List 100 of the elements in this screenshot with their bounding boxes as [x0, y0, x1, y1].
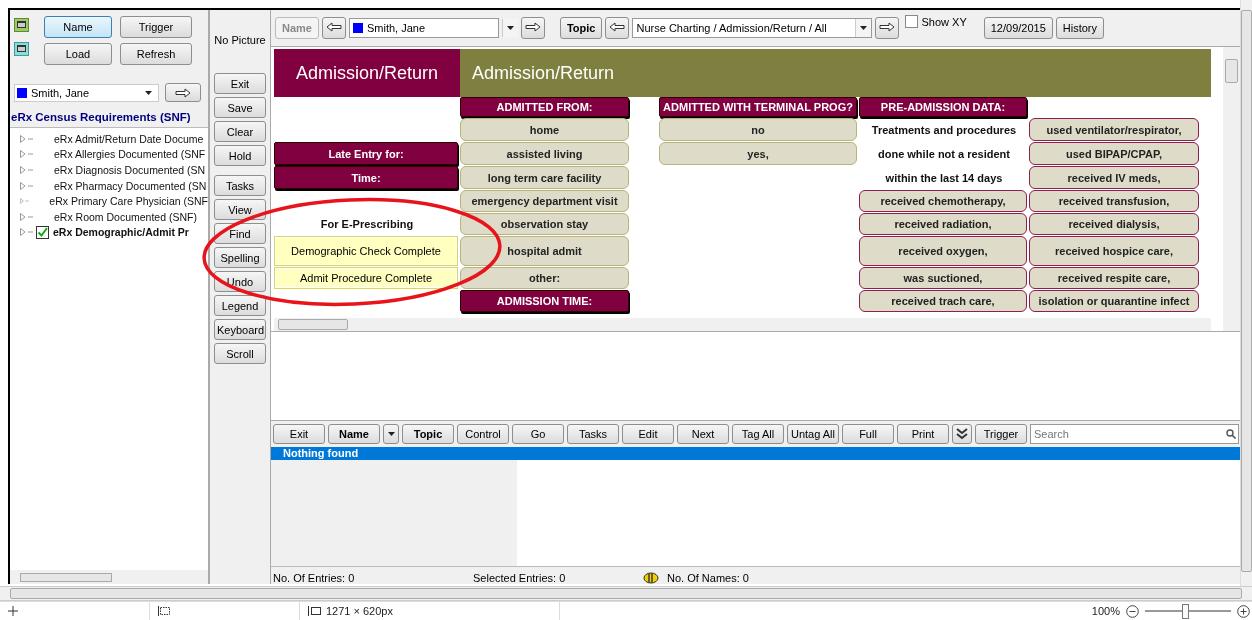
- tree-item[interactable]: eRx Pharmacy Documented (SN: [20, 177, 208, 194]
- toolbar-button[interactable]: Full: [842, 424, 894, 444]
- panel-button[interactable]: Refresh: [120, 43, 192, 65]
- option-button[interactable]: long term care facility: [460, 166, 629, 189]
- option-button[interactable]: used BIPAP/CPAP,: [1029, 142, 1199, 165]
- status-flag[interactable]: Demographic Check Complete: [274, 236, 458, 266]
- option-button[interactable]: home: [460, 118, 629, 141]
- forward-button[interactable]: [520, 17, 545, 39]
- zoom-in-icon[interactable]: [1237, 604, 1250, 618]
- window-icon[interactable]: [14, 42, 29, 56]
- side-button[interactable]: Legend: [214, 295, 266, 316]
- side-button[interactable]: Scroll: [214, 343, 266, 364]
- tree-item[interactable]: eRx Admit/Return Date Docume: [20, 131, 208, 147]
- slider-thumb[interactable]: [1182, 603, 1190, 619]
- option-button[interactable]: received oxygen,: [859, 236, 1027, 266]
- option-button[interactable]: hospital admit: [460, 236, 629, 266]
- scrollbar[interactable]: [274, 318, 1211, 331]
- panel-button[interactable]: Trigger: [120, 16, 192, 38]
- tree-item[interactable]: eRx Diagnosis Documented (SN: [20, 162, 208, 178]
- scrollbar[interactable]: [1240, 0, 1252, 586]
- picture-placeholder-text: No Picture: [214, 34, 266, 46]
- tree-item[interactable]: eRx Demographic/Admit Pr: [20, 224, 208, 241]
- patient-select[interactable]: Smith, Jane: [348, 18, 499, 38]
- topic-button[interactable]: Topic: [559, 17, 603, 39]
- image-dimensions: 1271 × 620px: [326, 605, 393, 617]
- status-flag[interactable]: Admit Procedure Complete: [274, 267, 458, 289]
- side-button[interactable]: View: [214, 199, 266, 220]
- toolbar-button[interactable]: Tasks: [567, 424, 619, 444]
- section-header: Late Entry for:: [274, 142, 458, 165]
- panel-button[interactable]: Load: [44, 43, 112, 65]
- window-icon[interactable]: [14, 18, 29, 32]
- option-button[interactable]: emergency department visit: [460, 190, 629, 212]
- option-button[interactable]: received radiation,: [859, 213, 1027, 235]
- tree-item[interactable]: eRx Allergies Documented (SNF: [20, 146, 208, 163]
- side-button[interactable]: Hold: [214, 145, 266, 166]
- scrollbar[interactable]: [0, 586, 1252, 601]
- toolbar-button[interactable]: Trigger: [975, 424, 1027, 444]
- side-button[interactable]: Find: [214, 223, 266, 244]
- side-button[interactable]: Keyboard: [214, 319, 266, 340]
- dropdown-button[interactable]: [501, 19, 518, 37]
- option-button[interactable]: received hospice care,: [1029, 236, 1199, 266]
- checkbox[interactable]: [36, 225, 49, 239]
- tree-item[interactable]: eRx Room Documented (SNF): [20, 208, 208, 225]
- option-button[interactable]: was suctioned,: [859, 267, 1027, 289]
- scrollbar[interactable]: [10, 570, 208, 584]
- option-button[interactable]: received dialysis,: [1029, 213, 1199, 235]
- toolbar-button[interactable]: Exit: [273, 424, 325, 444]
- expander-icon[interactable]: [20, 150, 34, 159]
- expander-icon[interactable]: [20, 134, 34, 143]
- status-text: Selected Entries: 0: [472, 572, 567, 584]
- topic-select[interactable]: Nurse Charting / Admission/Return / All: [632, 18, 873, 38]
- history-button[interactable]: History: [1055, 17, 1105, 39]
- toolbar-button[interactable]: Tag All: [732, 424, 784, 444]
- toolbar-button[interactable]: Edit: [622, 424, 674, 444]
- option-button[interactable]: other:: [460, 267, 629, 289]
- zoom-out-icon[interactable]: [1126, 604, 1139, 618]
- back-button[interactable]: [605, 17, 630, 39]
- search-field[interactable]: Search: [1030, 424, 1239, 444]
- option-button[interactable]: yes,: [659, 142, 857, 165]
- scrollbar[interactable]: [1223, 47, 1240, 331]
- back-button[interactable]: [321, 17, 346, 39]
- option-button[interactable]: observation stay: [460, 213, 629, 235]
- caret-icon: [145, 90, 152, 95]
- arrow-right-icon: [524, 22, 541, 32]
- section-header: ADMISSION TIME:: [460, 290, 629, 312]
- patient-select[interactable]: Smith, Jane: [14, 83, 159, 102]
- option-button[interactable]: assisted living: [460, 142, 629, 165]
- side-button[interactable]: Spelling: [214, 247, 266, 268]
- option-button[interactable]: no: [659, 118, 857, 141]
- bee-icon: [643, 572, 659, 584]
- expander-icon[interactable]: [20, 181, 34, 190]
- result-row[interactable]: Nothing found: [271, 447, 1240, 460]
- side-button[interactable]: Exit: [214, 73, 266, 94]
- option-button[interactable]: received respite care,: [1029, 267, 1199, 289]
- option-button[interactable]: used ventilator/respirator,: [1029, 118, 1199, 141]
- toolbar-button[interactable]: Name: [328, 424, 380, 444]
- toolbar-button[interactable]: Untag All: [787, 424, 839, 444]
- arrow-right-icon: [879, 22, 896, 32]
- dropdown-button[interactable]: [383, 424, 399, 444]
- toolbar-button[interactable]: Topic: [402, 424, 454, 444]
- option-button[interactable]: received transfusion,: [1029, 190, 1199, 212]
- tree-item[interactable]: eRx Primary Care Physician (SNF: [20, 193, 208, 209]
- side-button[interactable]: Clear: [214, 121, 266, 142]
- forward-button[interactable]: [165, 83, 201, 102]
- side-button[interactable]: Save: [214, 97, 266, 118]
- option-button[interactable]: received IV meds,: [1029, 166, 1199, 189]
- expander-icon[interactable]: [20, 166, 34, 174]
- forward-button[interactable]: [875, 17, 900, 39]
- side-button[interactable]: Tasks: [214, 175, 266, 196]
- panel-button[interactable]: Name: [44, 16, 112, 38]
- expand-button[interactable]: [952, 424, 972, 444]
- checkbox[interactable]: [905, 15, 919, 28]
- option-button[interactable]: isolation or quarantine infect: [1029, 290, 1199, 312]
- toolbar-button[interactable]: Go: [512, 424, 564, 444]
- toolbar-button[interactable]: Control: [457, 424, 509, 444]
- toolbar-button[interactable]: Next: [677, 424, 729, 444]
- option-button[interactable]: received trach care,: [859, 290, 1027, 312]
- toolbar-button[interactable]: Print: [897, 424, 949, 444]
- date-button[interactable]: 12/09/2015: [983, 17, 1053, 39]
- option-button[interactable]: received chemotherapy,: [859, 190, 1027, 212]
